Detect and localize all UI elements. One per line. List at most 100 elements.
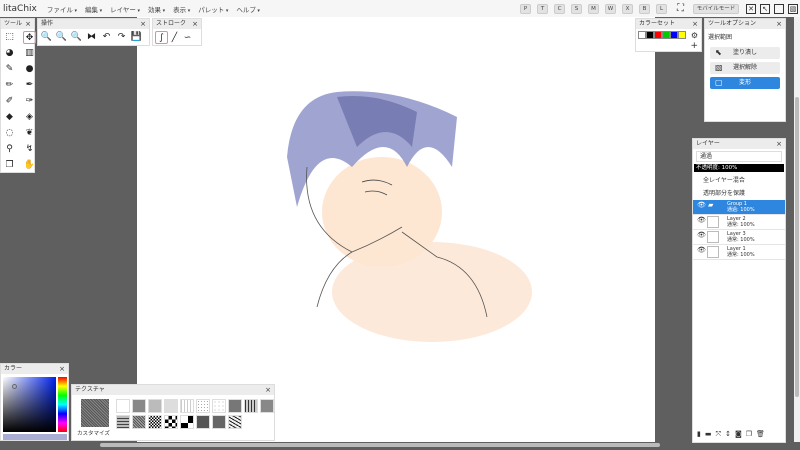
zoom-out-icon[interactable]: 🔍	[55, 31, 68, 44]
mode-button-m[interactable]: M	[588, 4, 599, 14]
texture-swatch[interactable]	[180, 415, 194, 429]
move-layer-icon[interactable]: ↕	[725, 430, 735, 438]
eye-icon[interactable]: 👁	[697, 232, 706, 239]
mode-button-b[interactable]: B	[639, 4, 650, 14]
merge-down-icon[interactable]: ⤧	[715, 430, 725, 438]
fill-bucket-icon[interactable]: ◕	[3, 47, 16, 60]
texture-swatch[interactable]	[228, 415, 242, 429]
menu-file[interactable]: ファイル	[47, 4, 77, 14]
layer-row[interactable]: 👁 Layer 1 通常: 100%	[693, 245, 785, 260]
flip-icon[interactable]: ⧓	[85, 31, 98, 44]
save-icon[interactable]: 💾	[130, 31, 143, 44]
menu-palette[interactable]: パレット	[198, 4, 228, 14]
select-all-icon[interactable]	[774, 4, 784, 14]
texture-swatch[interactable]	[164, 399, 178, 413]
texture-swatch[interactable]	[132, 415, 146, 429]
drawing-canvas[interactable]	[137, 17, 655, 442]
opacity-slider[interactable]: 不透明度: 100%	[694, 164, 784, 172]
select-invert-icon[interactable]: ▧	[788, 4, 798, 14]
add-icon[interactable]: +	[690, 41, 698, 51]
mask-icon[interactable]: ◙	[735, 430, 746, 438]
merge-all-checkbox[interactable]: 全レイヤー混合	[693, 174, 785, 185]
close-icon[interactable]: ×	[192, 19, 198, 29]
color-swatch[interactable]	[646, 31, 654, 39]
zoom-in-icon[interactable]: 🔍	[40, 31, 53, 44]
texture-swatch[interactable]	[180, 399, 194, 413]
new-folder-icon[interactable]: ▬	[705, 430, 716, 438]
blend-mode-select[interactable]: 通過	[696, 151, 782, 162]
menu-effect[interactable]: 効果	[148, 4, 165, 14]
soft-eraser-icon[interactable]: ◈	[23, 111, 36, 124]
mobile-mode-button[interactable]: モバイルモード	[693, 4, 739, 14]
pen-icon[interactable]: ✒	[23, 79, 36, 92]
texture-swatch[interactable]	[148, 415, 162, 429]
eye-icon[interactable]: 👁	[697, 247, 706, 254]
mode-button-l[interactable]: L	[656, 4, 667, 14]
fullscreen-icon[interactable]: ⛶	[677, 3, 684, 14]
texture-swatch[interactable]	[244, 399, 258, 413]
copy-layer-icon[interactable]: ❐	[3, 159, 16, 172]
layer-row[interactable]: 👁 Layer 2 通常: 100%	[693, 215, 785, 230]
menu-edit[interactable]: 編集	[85, 4, 102, 14]
zoom-reset-icon[interactable]: 🔍	[70, 31, 83, 44]
delete-layer-icon[interactable]: 🗑	[756, 430, 769, 438]
texture-swatch[interactable]	[164, 415, 178, 429]
marker-icon[interactable]: ✑	[23, 95, 36, 108]
water-drop-icon[interactable]: ●	[23, 63, 36, 76]
mode-button-s[interactable]: S	[571, 4, 582, 14]
select-arrow-icon[interactable]: ↖	[760, 4, 770, 14]
close-icon[interactable]: ×	[265, 385, 271, 395]
transform-button[interactable]: ▢ 変形	[710, 77, 780, 89]
freehand-stroke-icon[interactable]: ∽	[181, 32, 194, 45]
mode-button-t[interactable]: T	[537, 4, 548, 14]
eye-icon[interactable]: 👁	[697, 202, 706, 209]
close-icon[interactable]: ×	[140, 19, 146, 29]
custom-texture-preview[interactable]	[81, 399, 109, 427]
layer-row[interactable]: 👁 ▰ Group 1 通過: 100%	[693, 200, 785, 215]
select-clear-icon[interactable]: ✕	[746, 4, 756, 14]
redo-icon[interactable]: ↷	[115, 31, 128, 44]
color-swatch[interactable]	[654, 31, 662, 39]
color-swatch[interactable]	[638, 31, 646, 39]
texture-swatch[interactable]	[196, 399, 210, 413]
texture-swatch[interactable]	[148, 399, 162, 413]
mode-button-c[interactable]: C	[554, 4, 565, 14]
close-icon[interactable]: ×	[776, 139, 782, 149]
texture-swatch[interactable]	[212, 415, 226, 429]
protect-alpha-checkbox[interactable]: 透明部分を保護	[693, 185, 785, 200]
texture-swatch[interactable]	[260, 399, 274, 413]
menu-view[interactable]: 表示	[173, 4, 190, 14]
eye-icon[interactable]: 👁	[697, 217, 706, 224]
vertical-scrollbar[interactable]	[794, 17, 800, 442]
new-layer-icon[interactable]: ▮	[697, 430, 705, 438]
customize-label[interactable]: カスタマイズ	[77, 429, 110, 437]
select-rect-icon[interactable]: ⬚	[3, 31, 16, 44]
saturation-value-picker[interactable]	[3, 377, 56, 432]
airbrush-icon[interactable]: ✐	[3, 95, 16, 108]
lasso-icon[interactable]: ◌	[3, 127, 16, 140]
eyedropper-icon[interactable]: ✎	[3, 63, 16, 76]
color-swatch[interactable]	[678, 31, 686, 39]
undo-icon[interactable]: ↶	[100, 31, 113, 44]
close-icon[interactable]: ×	[692, 19, 698, 29]
smudge-icon[interactable]: ↯	[23, 143, 36, 156]
hue-slider[interactable]	[58, 377, 67, 432]
curve-stroke-icon[interactable]: ∫	[155, 31, 168, 44]
close-icon[interactable]: ×	[776, 19, 782, 29]
gear-icon[interactable]: ⚙	[691, 31, 698, 40]
texture-swatch[interactable]	[212, 399, 226, 413]
brush-icon[interactable]: ⚲	[3, 143, 16, 156]
deselect-button[interactable]: ▧ 選択解除	[710, 62, 780, 74]
hand-icon[interactable]: ✋	[23, 159, 36, 172]
texture-swatch[interactable]	[116, 415, 130, 429]
horizontal-scrollbar[interactable]	[100, 443, 660, 447]
menu-layer[interactable]: レイヤー	[110, 4, 140, 14]
mode-button-p[interactable]: P	[520, 4, 531, 14]
mode-button-w[interactable]: W	[605, 4, 616, 14]
fill-button[interactable]: ⬉ 塗り潰し	[710, 47, 780, 59]
eraser-icon[interactable]: ◆	[3, 111, 16, 124]
gradient-icon[interactable]: ▥	[23, 47, 36, 60]
close-icon[interactable]: ×	[59, 364, 65, 374]
texture-swatch[interactable]	[132, 399, 146, 413]
texture-swatch[interactable]	[228, 399, 242, 413]
